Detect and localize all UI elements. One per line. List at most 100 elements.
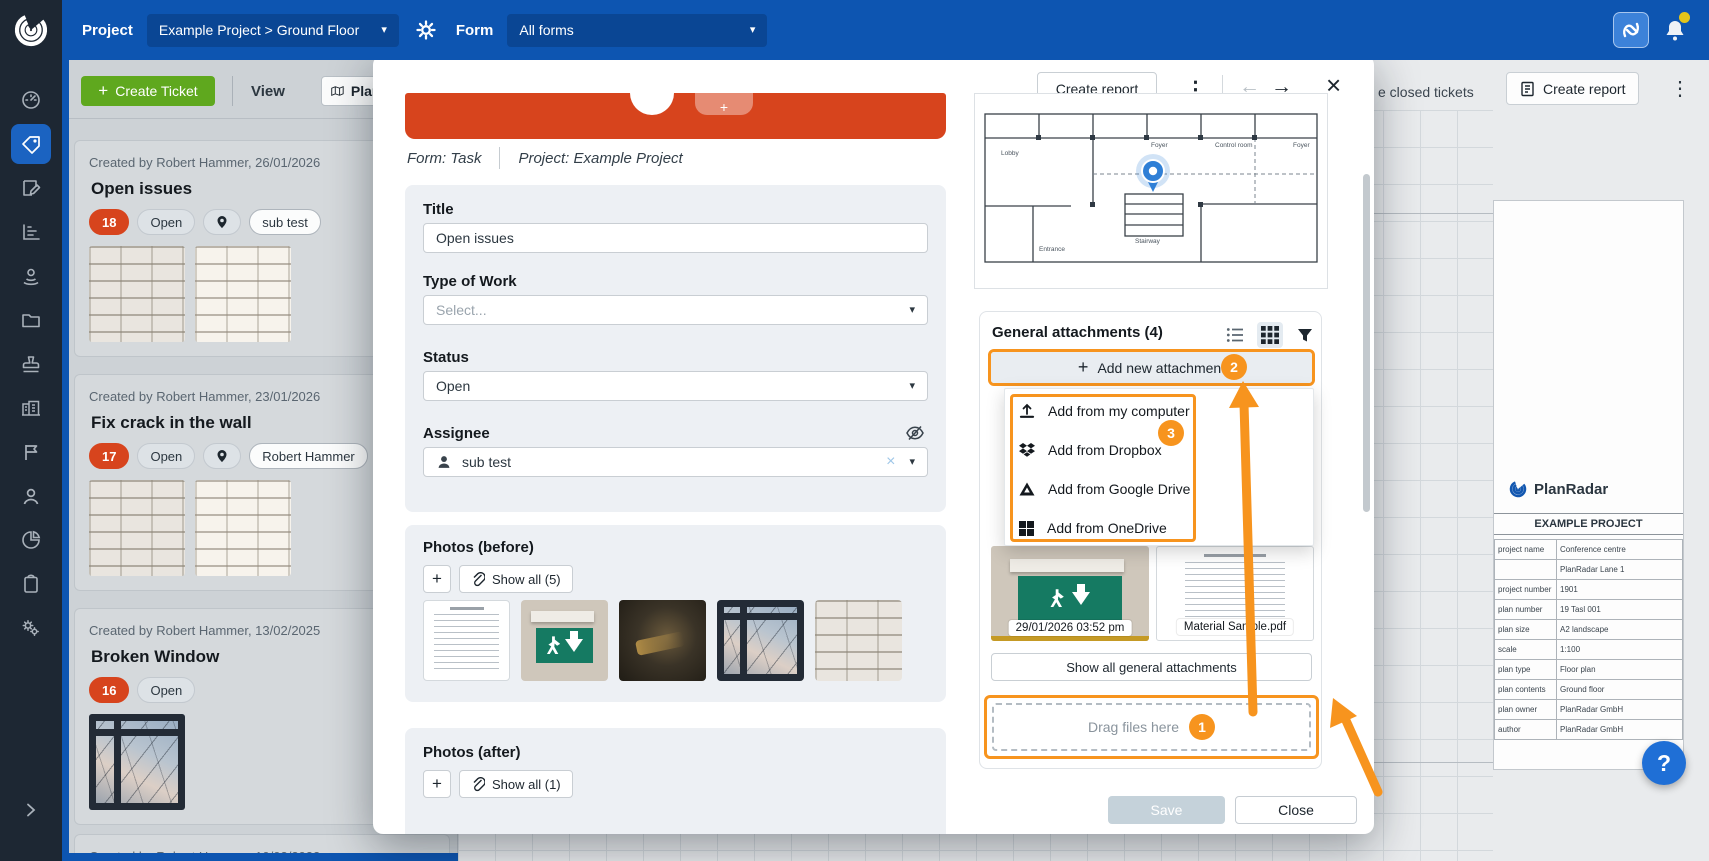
- sidebar-nav: [0, 60, 62, 861]
- menu-item-add-from-onedrive[interactable]: Add from OneDrive: [1019, 520, 1167, 536]
- close-icon[interactable]: ×: [1326, 72, 1341, 98]
- drag-files-dropzone[interactable]: Drag files here 1: [984, 695, 1319, 759]
- sidebar-item-contacts[interactable]: [11, 476, 51, 516]
- menu-item-add-from-computer[interactable]: Add from my computer: [1019, 403, 1190, 419]
- sidebar-item-dashboard[interactable]: [11, 80, 51, 120]
- add-new-attachment-inner[interactable]: + Add new attachment: [991, 352, 1312, 383]
- attachment-date-label: 29/01/2026 03:52 pm: [1009, 620, 1132, 636]
- clear-icon[interactable]: ×: [886, 453, 895, 471]
- grid-view-icon[interactable]: [1257, 322, 1283, 348]
- ticket-status-badge: Open: [137, 677, 195, 703]
- photo-thumbnail-electronics[interactable]: [619, 600, 706, 681]
- planradar-logo[interactable]: [0, 0, 62, 60]
- attachment-thumbnail-pdf[interactable]: Material Sample.pdf: [1156, 546, 1314, 641]
- sidebar-item-flags[interactable]: [11, 432, 51, 472]
- photo-thumbnail-window[interactable]: [717, 600, 804, 681]
- ticket-meta-row: Form: Task Project: Example Project: [407, 147, 683, 169]
- kebab-menu-icon[interactable]: ⋮: [1670, 76, 1690, 101]
- ticket-photo[interactable]: [195, 480, 291, 576]
- create-report-button-background[interactable]: Create report: [1506, 72, 1639, 105]
- photo-texture: [1050, 589, 1064, 607]
- photo-texture: [1010, 559, 1124, 571]
- add-photo-button[interactable]: +: [423, 565, 451, 593]
- flag-icon: [20, 441, 42, 463]
- ticket-plan-preview[interactable]: Lobby Foyer Control room Foyer Stairway …: [974, 93, 1328, 289]
- planradar-logo-icon: [11, 10, 51, 50]
- show-all-photos-button[interactable]: Show all (1): [459, 770, 573, 798]
- sidebar-item-reports[interactable]: [11, 520, 51, 560]
- create-ticket-button[interactable]: + Create Ticket: [81, 76, 215, 106]
- titleblock-brand-name: PlanRadar: [1534, 481, 1608, 498]
- chevron-down-icon: ▾: [367, 25, 387, 36]
- form-selector[interactable]: All forms ▾: [507, 14, 767, 47]
- type-of-work-label: Type of Work: [423, 273, 517, 290]
- help-button[interactable]: ?: [1642, 741, 1686, 785]
- title-input[interactable]: [436, 230, 915, 246]
- watcher-hidden-button[interactable]: [905, 423, 925, 443]
- report-icon: [1520, 81, 1535, 97]
- modal-scrollbar[interactable]: [1363, 174, 1370, 512]
- save-button[interactable]: Save: [1108, 796, 1225, 824]
- menu-item-add-from-dropbox[interactable]: Add from Dropbox: [1019, 442, 1162, 458]
- assignee-select[interactable]: sub test × ▾: [423, 447, 928, 477]
- tb-label: [1495, 560, 1557, 580]
- sidebar-item-site-plans[interactable]: [11, 256, 51, 296]
- onedrive-windows-icon: [1019, 521, 1034, 536]
- closed-tickets-toggle-text[interactable]: e closed tickets: [1378, 84, 1474, 100]
- sidebar-item-companies[interactable]: [11, 388, 51, 428]
- menu-item-add-from-google-drive[interactable]: Add from Google Drive: [1019, 481, 1190, 497]
- sidebar-item-documents[interactable]: [11, 300, 51, 340]
- photo-thumbnail-document[interactable]: [423, 600, 510, 681]
- attachment-view-controls: [1222, 322, 1318, 348]
- notifications-button[interactable]: [1665, 19, 1685, 41]
- plan-room-label: Stairway: [1135, 238, 1160, 245]
- tb-value: 1:100: [1557, 640, 1683, 660]
- toolbar-divider: [232, 76, 233, 106]
- plan-room-label: Entrance: [1039, 246, 1065, 253]
- show-all-photos-button[interactable]: Show all (5): [459, 565, 573, 593]
- plan-room-label: Foyer: [1293, 142, 1310, 149]
- general-attachments-panel: General attachments (4) + Add new attach…: [979, 311, 1322, 769]
- project-label: Project: [82, 22, 133, 39]
- add-photo-button[interactable]: +: [423, 770, 451, 798]
- close-label: Close: [1278, 802, 1314, 818]
- sidebar-item-settings[interactable]: [11, 608, 51, 648]
- add-new-attachment-button[interactable]: + Add new attachment: [988, 349, 1315, 386]
- banner-add-button-partial[interactable]: +: [695, 93, 753, 115]
- status-select[interactable]: Open ▾: [423, 371, 928, 401]
- sidebar-item-approvals[interactable]: [11, 344, 51, 384]
- list-view-icon[interactable]: [1222, 322, 1248, 348]
- sidebar-item-tasks[interactable]: [11, 564, 51, 604]
- sidebar-expand-button[interactable]: [11, 790, 51, 830]
- photo-thumbnail-brick[interactable]: [815, 600, 902, 681]
- plus-icon: +: [1078, 357, 1089, 378]
- filter-icon[interactable]: [1292, 322, 1318, 348]
- project-settings-button[interactable]: [416, 20, 436, 40]
- photo-thumbnail-exit-sign[interactable]: [521, 600, 608, 681]
- sidebar-item-statistics[interactable]: [11, 212, 51, 252]
- tb-value: Floor plan: [1557, 660, 1683, 680]
- attachment-thumbnail-photo[interactable]: 29/01/2026 03:52 pm: [991, 546, 1149, 641]
- ticket-photo[interactable]: [89, 714, 185, 810]
- ticket-photo[interactable]: [195, 246, 291, 342]
- tb-value: Conference centre: [1557, 540, 1683, 560]
- tb-label: project name: [1495, 540, 1557, 560]
- type-of-work-select[interactable]: Select... ▾: [423, 295, 928, 325]
- paperclip-icon: [471, 777, 485, 792]
- sidebar-item-tickets[interactable]: [11, 124, 51, 164]
- buildings-icon: [20, 397, 42, 419]
- apps-button[interactable]: [1613, 12, 1649, 48]
- project-selector[interactable]: Example Project > Ground Floor ▾: [147, 14, 399, 47]
- form-selector-value: All forms: [519, 22, 573, 38]
- upload-icon: [1019, 403, 1035, 419]
- plan-titleblock-sheet: PlanRadar EXAMPLE PROJECT project nameCo…: [1493, 200, 1684, 770]
- status-label: Status: [423, 349, 469, 366]
- meta-divider: [499, 147, 500, 169]
- title-field[interactable]: [423, 223, 928, 253]
- ticket-photo[interactable]: [89, 480, 185, 576]
- close-button[interactable]: Close: [1235, 796, 1357, 824]
- show-all-general-attachments-button[interactable]: Show all general attachments: [991, 653, 1312, 681]
- tb-label: plan size: [1495, 620, 1557, 640]
- sidebar-item-forms[interactable]: [11, 168, 51, 208]
- ticket-photo[interactable]: [89, 246, 185, 342]
